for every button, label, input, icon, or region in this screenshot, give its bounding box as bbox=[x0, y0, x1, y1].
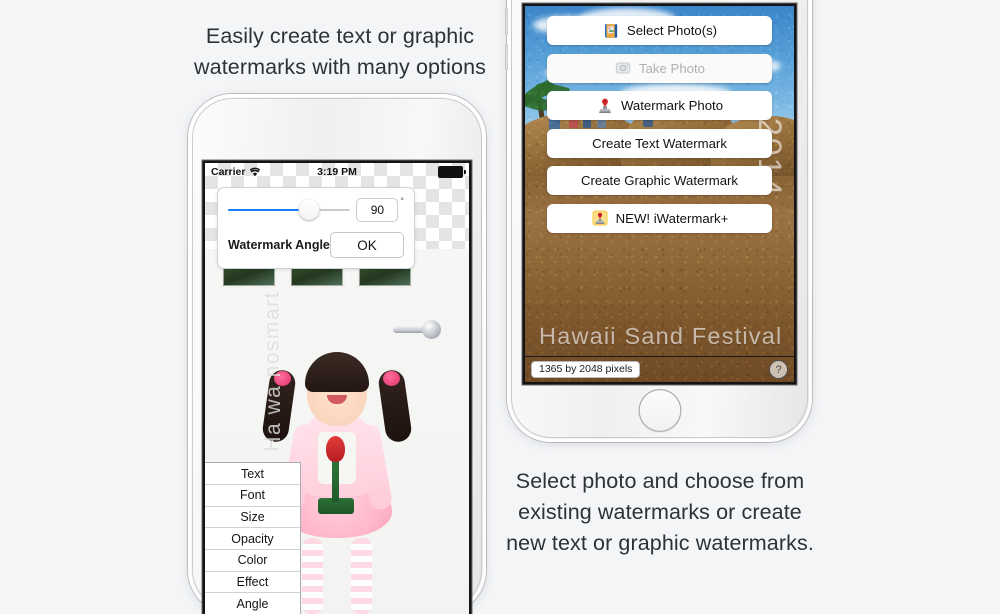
carrier-label: Carrier bbox=[211, 166, 246, 178]
watermark-photo-label: Watermark Photo bbox=[620, 98, 724, 113]
slider-fill bbox=[228, 209, 309, 211]
angle-value-text: 90 bbox=[370, 203, 385, 217]
create-text-watermark-label: Create Text Watermark bbox=[592, 135, 727, 151]
option-item-color[interactable]: Color bbox=[205, 549, 300, 572]
volume-up-button[interactable] bbox=[505, 8, 508, 34]
take-photo-label: Take Photo bbox=[639, 60, 705, 76]
watermark-angle-label: Watermark Angle bbox=[228, 238, 330, 252]
right-caption: Select photo and choose from existing wa… bbox=[450, 466, 870, 559]
option-item-effect[interactable]: Effect bbox=[205, 571, 300, 594]
home-button[interactable] bbox=[638, 389, 681, 432]
main-menu-buttons: Select Photo(s) Take Photo Watermark Pho… bbox=[525, 16, 794, 233]
image-dimensions-label: 1365 by 2048 pixels bbox=[531, 360, 641, 379]
left-caption-line-1: Easily create text or graphic bbox=[205, 24, 475, 48]
battery-icon bbox=[438, 166, 466, 178]
angle-label-row: Watermark Angle OK bbox=[228, 232, 404, 258]
angle-slider-row: 90 ° bbox=[228, 196, 404, 223]
slider-knob[interactable] bbox=[298, 199, 320, 220]
volume-down-button[interactable] bbox=[505, 44, 508, 70]
option-item-font[interactable]: Font bbox=[205, 484, 300, 507]
create-graphic-watermark-label: Create Graphic Watermark bbox=[580, 173, 739, 188]
option-item-size[interactable]: Size bbox=[205, 506, 300, 529]
help-icon[interactable]: ? bbox=[769, 360, 788, 379]
stamp-icon bbox=[599, 98, 611, 113]
select-photos-button[interactable]: Select Photo(s) bbox=[547, 16, 772, 45]
create-text-watermark-button[interactable]: Create Text Watermark bbox=[547, 128, 772, 158]
left-phone-screen: Ha wa nosmart Carrier 3:19 PM 90 ° Water… bbox=[205, 163, 469, 614]
right-caption-line-2: existing watermarks or create bbox=[518, 500, 802, 524]
iwatermark-plus-app-icon bbox=[592, 210, 608, 226]
watermark-option-list: Text Font Size Opacity Color Effect Angl… bbox=[205, 462, 301, 614]
ok-button[interactable]: OK bbox=[330, 232, 404, 258]
select-photos-label: Select Photo(s) bbox=[626, 23, 718, 38]
bottom-status-bar: 1365 by 2048 pixels ? bbox=[525, 356, 794, 382]
photo-album-icon bbox=[604, 23, 618, 38]
ok-button-label: OK bbox=[357, 237, 377, 253]
angle-value-field[interactable]: 90 bbox=[356, 198, 399, 222]
status-bar-right bbox=[438, 166, 466, 178]
take-photo-button[interactable]: Take Photo bbox=[547, 53, 772, 83]
option-item-angle[interactable]: Angle bbox=[205, 593, 300, 614]
left-phone-mockup: Ha wa nosmart Carrier 3:19 PM 90 ° Water… bbox=[188, 94, 486, 614]
option-item-opacity[interactable]: Opacity bbox=[205, 528, 300, 550]
watermark-angle-slider[interactable] bbox=[228, 199, 351, 221]
left-caption: Easily create text or graphic watermarks… bbox=[120, 21, 560, 83]
watermark-angle-dialog: 90 ° Watermark Angle OK bbox=[217, 187, 415, 269]
camera-icon bbox=[615, 62, 631, 74]
degree-symbol: ° bbox=[400, 196, 404, 206]
watermark-photo-button[interactable]: Watermark Photo bbox=[547, 91, 772, 120]
right-caption-line-1: Select photo and choose from bbox=[515, 469, 805, 493]
left-caption-line-2: watermarks with many options bbox=[194, 55, 486, 79]
wifi-icon bbox=[250, 167, 261, 177]
iwatermark-plus-button[interactable]: NEW! iWatermark+ bbox=[547, 203, 772, 233]
right-phone-screen: Select Photo(s) Take Photo Watermark Pho… bbox=[525, 6, 794, 382]
status-bar-left: Carrier bbox=[211, 166, 261, 178]
right-phone-mockup: Select Photo(s) Take Photo Watermark Pho… bbox=[505, 0, 812, 442]
right-caption-line-3: new text or graphic watermarks. bbox=[506, 531, 814, 555]
photo-watermark-text: Hawaii Sand Festival bbox=[539, 323, 783, 349]
create-graphic-watermark-button[interactable]: Create Graphic Watermark bbox=[547, 166, 772, 195]
option-item-text[interactable]: Text bbox=[205, 463, 300, 485]
ios-status-bar: Carrier 3:19 PM bbox=[205, 163, 469, 181]
iwatermark-plus-label: NEW! iWatermark+ bbox=[615, 210, 729, 226]
